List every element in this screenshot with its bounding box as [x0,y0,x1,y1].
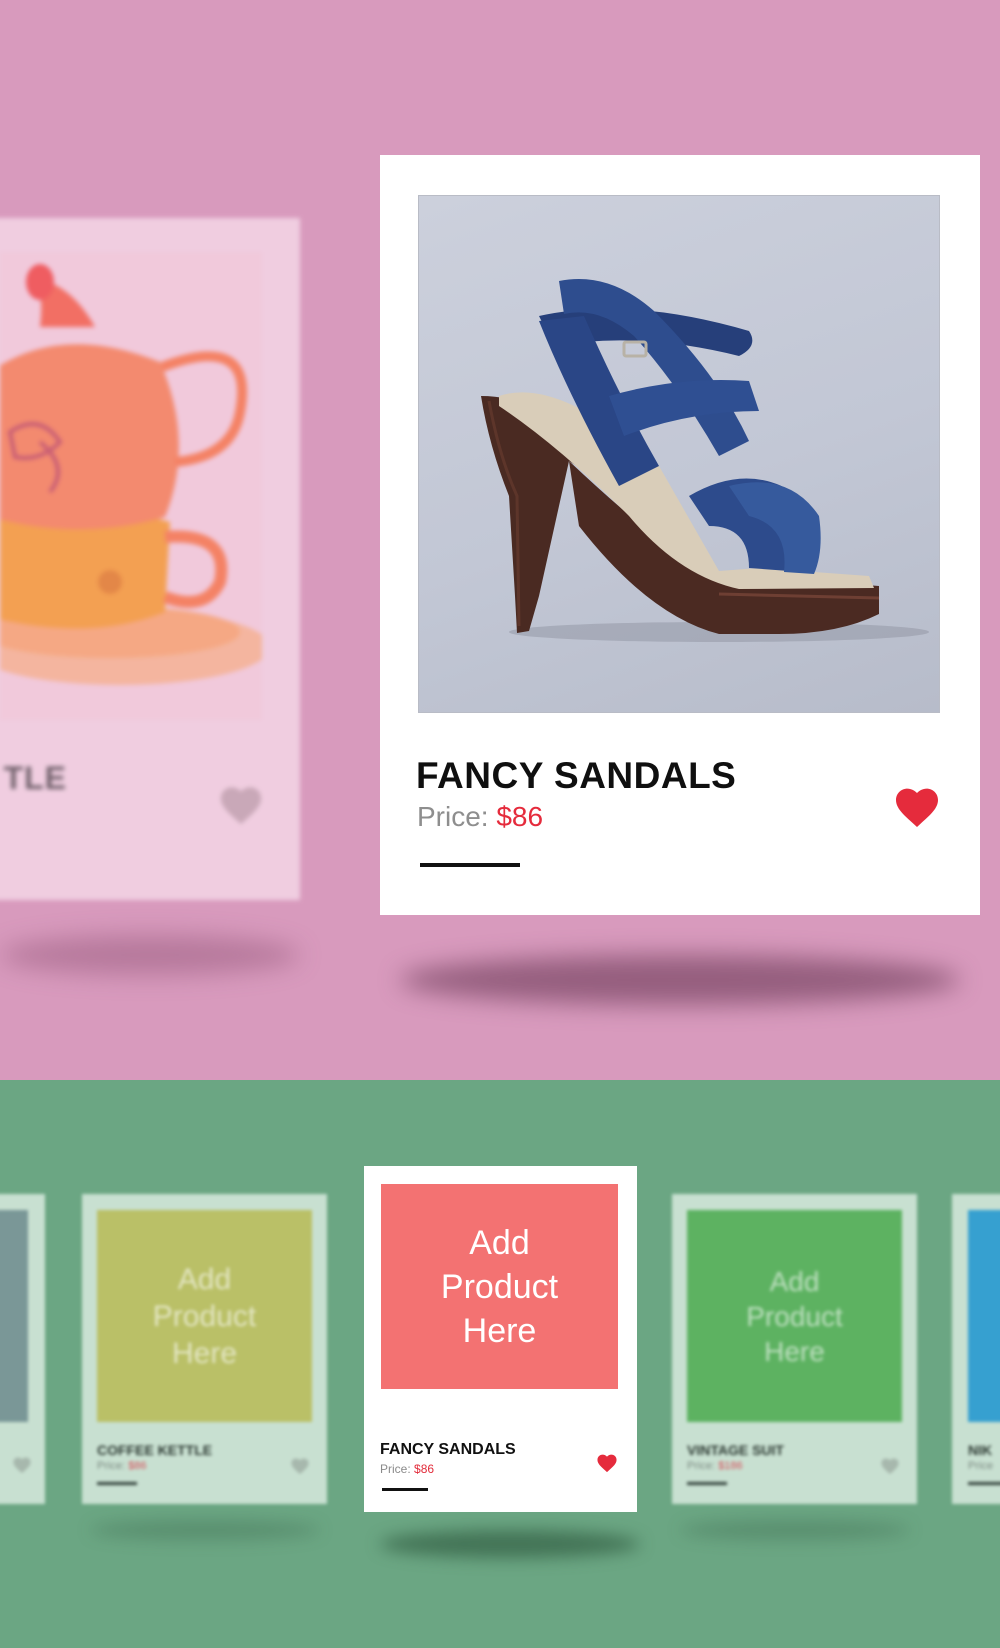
price-value: $86 [414,1462,435,1476]
carousel-card[interactable]: NIK Price [952,1194,1000,1504]
featured-product-card[interactable]: FANCY SANDALS Price: $86 [380,155,980,915]
teapot-image [0,252,262,720]
heart-icon[interactable] [596,1453,618,1473]
background-product-card[interactable]: TLE [0,218,300,900]
card-shadow [380,1530,640,1558]
title-underline [968,1482,1000,1485]
price-label: Price [968,1460,994,1472]
heart-icon[interactable] [12,1456,32,1474]
carousel-card[interactable]: Add Product Here VINTAGE SUIT Price: $18… [672,1194,917,1504]
card-shadow [680,1520,910,1540]
product-price: Price: $186 [687,1460,743,1472]
product-price: Price: $86 [417,801,543,833]
title-underline [97,1482,137,1485]
product-placeholder [0,1210,28,1422]
title-underline [420,863,520,867]
sandal-image [418,195,940,713]
product-price: Price: $86 [97,1460,147,1472]
product-title: VINTAGE SUIT [687,1442,784,1458]
card-shadow [90,1520,320,1540]
title-underline [382,1488,428,1491]
placeholder-text: Add Product Here [152,1262,257,1370]
product-title: FANCY SANDALS [416,755,737,796]
price-label: Price: [687,1460,716,1472]
carousel-card-focused[interactable]: Add Product Here FANCY SANDALS Price: $8… [364,1166,637,1512]
placeholder-text: Add Product Here [746,1265,843,1367]
product-placeholder: Add Product Here [97,1210,312,1422]
carousel-card[interactable]: Add Product Here COFFEE KETTLE Price: $8… [82,1194,327,1504]
card-shadow [0,935,300,975]
price-label: Price: [417,801,489,832]
product-price: Price: $86 [380,1462,434,1476]
product-placeholder: Add Product Here [687,1210,902,1422]
product-placeholder: Add Product Here [381,1184,618,1389]
heart-icon[interactable] [290,1457,310,1475]
heart-icon[interactable] [893,785,941,829]
card-shadow [400,955,960,1005]
price-label: Price: [380,1462,411,1476]
heart-icon[interactable] [880,1457,900,1475]
price-label: Price: [97,1460,126,1472]
product-title: NIK [968,1442,993,1458]
heart-icon[interactable] [218,784,264,826]
product-title: COFFEE KETTLE [97,1442,213,1458]
carousel-card[interactable] [0,1194,45,1504]
price-value: $86 [128,1460,147,1472]
featured-section: TLE FANCY SANDALS Price: $86 [0,0,1000,1080]
placeholder-text: Add Product Here [440,1223,559,1350]
price-value: $186 [718,1460,743,1472]
product-carousel: Add Product Here COFFEE KETTLE Price: $8… [0,1080,1000,1648]
title-underline [687,1482,727,1485]
product-title: FANCY SANDALS [380,1441,516,1458]
product-placeholder [968,1210,1000,1422]
price-value: $86 [496,801,544,832]
